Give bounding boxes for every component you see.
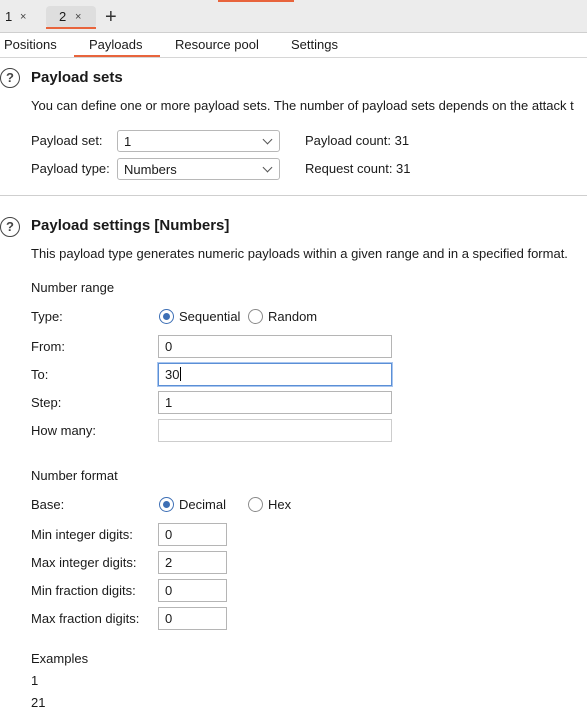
payload-settings-title: Payload settings [Numbers] [31, 217, 230, 234]
step-field[interactable]: 1 [158, 391, 392, 414]
min-integer-digits-value: 0 [165, 527, 173, 542]
number-range-heading: Number range [31, 280, 115, 295]
payload-set-value: 1 [124, 134, 132, 149]
min-fraction-digits-label: Min fraction digits: [31, 583, 136, 598]
top-tab-strip: 1 × 2 × + [0, 0, 587, 33]
random-label[interactable]: Random [268, 309, 317, 324]
from-value: 0 [165, 339, 173, 354]
tab-2-label: 2 [59, 9, 67, 24]
min-integer-digits-field[interactable]: 0 [158, 523, 227, 546]
tab-1-label: 1 [5, 9, 13, 24]
to-value: 30 [165, 367, 180, 382]
decimal-label[interactable]: Decimal [179, 497, 226, 512]
tab-payloads[interactable]: Payloads [89, 37, 142, 52]
to-field[interactable]: 30 [158, 363, 392, 386]
hex-radio[interactable] [248, 497, 263, 512]
example-value: 1 [31, 673, 39, 688]
active-indicator-line [218, 0, 294, 2]
max-fraction-digits-label: Max fraction digits: [31, 611, 140, 626]
payload-sets-title: Payload sets [31, 69, 123, 86]
number-format-heading: Number format [31, 468, 118, 483]
section-divider [0, 195, 587, 196]
max-fraction-digits-value: 0 [165, 611, 173, 626]
min-fraction-digits-field[interactable]: 0 [158, 579, 227, 602]
text-caret [180, 367, 182, 381]
tab-2-underline [46, 27, 96, 29]
base-label: Base: [31, 497, 65, 512]
max-fraction-digits-field[interactable]: 0 [158, 607, 227, 630]
how-many-field[interactable] [158, 419, 392, 442]
tab-positions[interactable]: Positions [4, 37, 57, 52]
payload-sets-description: You can define one or more payload sets.… [31, 98, 574, 113]
request-count: Request count: 31 [305, 161, 411, 176]
chevron-down-icon [262, 162, 273, 173]
sub-tab-bar: Positions Payloads Resource pool Setting… [0, 33, 587, 58]
decimal-radio[interactable] [159, 497, 174, 512]
add-tab-icon[interactable]: + [105, 5, 117, 29]
min-integer-digits-label: Min integer digits: [31, 527, 133, 542]
close-icon[interactable]: × [20, 6, 26, 28]
payload-type-select[interactable]: Numbers [117, 158, 280, 180]
example-value: 21 [31, 695, 46, 710]
examples-heading: Examples [31, 651, 89, 666]
payload-type-value: Numbers [124, 162, 177, 177]
random-radio[interactable] [248, 309, 263, 324]
sequential-radio[interactable] [159, 309, 174, 324]
payload-type-label: Payload type: [31, 161, 110, 176]
payload-set-label: Payload set: [31, 133, 103, 148]
to-label: To: [31, 367, 49, 382]
type-label: Type: [31, 309, 63, 324]
tab-payloads-underline [74, 55, 160, 57]
max-integer-digits-field[interactable]: 2 [158, 551, 227, 574]
max-integer-digits-label: Max integer digits: [31, 555, 137, 570]
payload-set-select[interactable]: 1 [117, 130, 280, 152]
payload-count: Payload count: 31 [305, 133, 410, 148]
payload-settings-description: This payload type generates numeric payl… [31, 246, 568, 261]
step-value: 1 [165, 395, 173, 410]
from-field[interactable]: 0 [158, 335, 392, 358]
tab-settings[interactable]: Settings [291, 37, 338, 52]
tab-resource-pool[interactable]: Resource pool [175, 37, 259, 52]
min-fraction-digits-value: 0 [165, 583, 173, 598]
close-icon[interactable]: × [75, 6, 81, 28]
help-icon[interactable]: ? [0, 217, 20, 237]
chevron-down-icon [262, 134, 273, 145]
step-label: Step: [31, 395, 62, 410]
max-integer-digits-value: 2 [165, 555, 173, 570]
sequential-label[interactable]: Sequential [179, 309, 240, 324]
tab-2[interactable]: 2 × [46, 6, 96, 28]
tab-1[interactable]: 1 × [0, 6, 41, 28]
how-many-label: How many: [31, 423, 97, 438]
hex-label[interactable]: Hex [268, 497, 291, 512]
from-label: From: [31, 339, 65, 354]
help-icon[interactable]: ? [0, 68, 20, 88]
